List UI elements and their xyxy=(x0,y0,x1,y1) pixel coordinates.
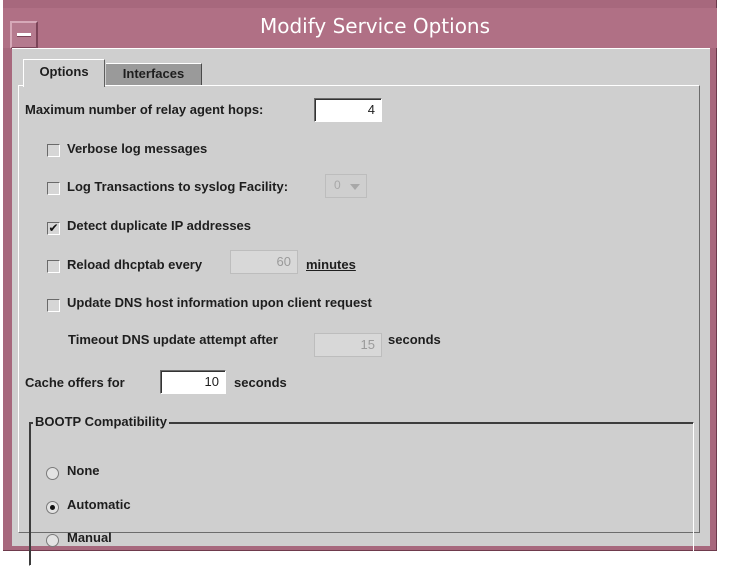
update-dns-label: Update DNS host information upon client … xyxy=(67,295,372,310)
verbose-label: Verbose log messages xyxy=(67,141,208,156)
verbose-checkbox[interactable] xyxy=(47,144,60,157)
radio-manual[interactable] xyxy=(46,534,59,547)
detect-duplicate-checkbox[interactable]: ✔ xyxy=(47,222,60,235)
title-bar[interactable]: Modify Service Options xyxy=(3,8,717,49)
radio-automatic[interactable] xyxy=(46,501,59,514)
radio-automatic-label: Automatic xyxy=(67,497,131,512)
update-dns-checkbox[interactable] xyxy=(47,299,60,312)
detect-duplicate-label: Detect duplicate IP addresses xyxy=(67,218,252,233)
cache-offers-label: Cache offers for xyxy=(25,375,125,390)
syslog-facility-value: 0 xyxy=(334,178,341,192)
tab-options[interactable]: Options xyxy=(23,59,105,87)
timeout-input[interactable]: 15 xyxy=(314,333,382,357)
radio-none[interactable] xyxy=(46,467,59,480)
reload-checkbox[interactable] xyxy=(47,260,60,273)
bootp-legend: BOOTP Compatibility xyxy=(33,414,169,429)
reload-label: Reload dhcptab every xyxy=(67,257,203,272)
reload-interval-input[interactable]: 60 xyxy=(230,250,298,274)
max-hops-input[interactable]: 4 xyxy=(314,98,382,122)
modify-service-options-window: Modify Service Options Options Interface… xyxy=(3,0,717,566)
check-icon: ✔ xyxy=(48,221,59,235)
chevron-down-icon xyxy=(350,184,360,190)
log-transactions-checkbox[interactable] xyxy=(47,182,60,195)
tab-options-label: Options xyxy=(39,64,89,79)
radio-none-label: None xyxy=(67,463,100,478)
log-transactions-label: Log Transactions to syslog Facility: xyxy=(67,179,289,194)
radio-manual-label: Manual xyxy=(67,530,112,545)
bootp-compatibility-group: BOOTP Compatibility None Automatic Manua… xyxy=(29,414,694,566)
reload-unit-label: minutes xyxy=(306,257,356,272)
window-title: Modify Service Options xyxy=(259,14,491,38)
tab-interfaces-label: Interfaces xyxy=(122,66,185,81)
options-panel: Maximum number of relay agent hops: 4 Ve… xyxy=(18,85,700,566)
cache-offers-input[interactable]: 10 xyxy=(160,370,226,394)
max-hops-label: Maximum number of relay agent hops: xyxy=(25,102,264,117)
syslog-facility-dropdown[interactable]: 0 xyxy=(325,174,367,198)
timeout-unit-label: seconds xyxy=(388,332,441,347)
timeout-label: Timeout DNS update attempt after xyxy=(68,332,278,347)
tab-interfaces[interactable]: Interfaces xyxy=(106,63,202,85)
cache-unit-label: seconds xyxy=(234,375,287,390)
radio-selected-dot xyxy=(50,505,55,510)
dialog-body: Options Interfaces Maximum number of rel… xyxy=(12,48,710,566)
